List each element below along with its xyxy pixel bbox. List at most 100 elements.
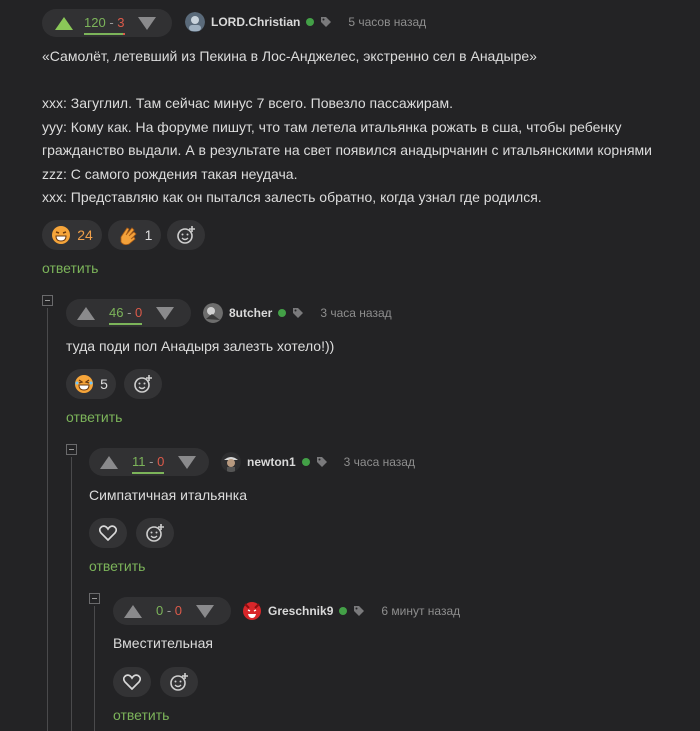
downvote-button[interactable]	[194, 597, 216, 625]
tag-icon[interactable]	[316, 456, 328, 468]
reaction-clap[interactable]: 1	[108, 220, 161, 250]
comment-author: Greschnik9 6 минут назад	[242, 601, 460, 621]
arrow-down-icon	[178, 455, 197, 469]
comment-body: Вместительная	[113, 632, 213, 656]
avatar[interactable]	[221, 452, 241, 472]
upvote-button[interactable]	[75, 299, 97, 327]
vote-widget: 46 - 0	[66, 299, 191, 327]
avatar[interactable]	[203, 303, 223, 323]
add-reaction-button[interactable]	[160, 667, 198, 697]
author-name[interactable]: 8utcher	[229, 306, 272, 320]
comment-line: гражданство выдали. А в результате на св…	[42, 142, 652, 158]
upvote-button[interactable]	[122, 597, 144, 625]
thread-line[interactable]	[47, 308, 48, 731]
avatar[interactable]	[185, 12, 205, 32]
arrow-down-icon	[137, 16, 156, 30]
laugh-emoji-icon	[75, 375, 94, 393]
plus-count: 46	[109, 305, 124, 320]
comment-time[interactable]: 3 часа назад	[320, 306, 391, 320]
comment-body: Симпатичная итальянка	[89, 484, 247, 508]
score-separator: -	[145, 454, 158, 469]
score-separator: -	[105, 15, 118, 30]
rating-bar	[84, 33, 125, 35]
upvote-button[interactable]	[98, 448, 120, 476]
online-status-dot	[339, 607, 348, 615]
rating-bar	[109, 323, 143, 325]
comment-line: xxx: Загуглил. Там сейчас минус 7 всего.…	[42, 95, 453, 111]
plus-count: 120	[84, 15, 106, 30]
arrow-down-icon	[196, 604, 215, 618]
arrow-up-icon	[100, 455, 118, 469]
comment-line	[42, 69, 682, 93]
add-reaction-icon	[170, 673, 188, 691]
online-status-dot	[306, 18, 315, 26]
add-reaction-icon	[134, 375, 152, 393]
like-button[interactable]	[113, 667, 151, 697]
comment-body: «Самолёт, летевший из Пекина в Лос-Андже…	[42, 45, 682, 210]
avatar[interactable]	[242, 601, 262, 621]
tag-icon[interactable]	[320, 16, 332, 28]
downvote-button[interactable]	[176, 448, 198, 476]
downvote-button[interactable]	[136, 9, 158, 37]
comment-time[interactable]: 6 минут назад	[381, 604, 460, 618]
comment-line: yyy: Кому как. На форуме пишут, что там …	[42, 118, 622, 135]
rating-score: 11 - 0	[132, 454, 165, 474]
rating-score: 0 - 0	[156, 603, 182, 619]
grin-emoji-icon	[52, 226, 71, 244]
comment-author: newton1 3 часа назад	[221, 452, 415, 472]
upvote-button[interactable]	[53, 9, 75, 37]
author-name[interactable]: newton1	[247, 455, 296, 469]
add-reaction-button[interactable]	[124, 369, 162, 399]
minus-count: 3	[117, 15, 125, 30]
reply-link[interactable]: ответить	[66, 409, 122, 425]
comment-line: Вместительная	[113, 635, 213, 651]
add-reaction-icon	[177, 226, 195, 244]
reaction-grin[interactable]: 24	[42, 220, 102, 250]
reply-link[interactable]: ответить	[89, 558, 145, 574]
add-reaction-icon	[146, 524, 164, 542]
downvote-button[interactable]	[154, 299, 176, 327]
reply-link[interactable]: ответить	[42, 260, 98, 276]
comment-body: туда поди пол Анадыря залезть хотело!))	[66, 335, 334, 359]
thread-line[interactable]	[71, 457, 72, 731]
vote-widget: 11 - 0	[89, 448, 209, 476]
reaction-count: 1	[144, 227, 153, 243]
comment-line: xxx: Представляю как он пытался залесть …	[42, 189, 542, 205]
author-name[interactable]: LORD.Christian	[211, 15, 300, 29]
add-reaction-button[interactable]	[167, 220, 205, 250]
comment-line: zzz: С самого рождения такая неудача.	[42, 165, 298, 182]
reply-link[interactable]: ответить	[113, 707, 169, 723]
arrow-up-icon	[55, 16, 73, 30]
heart-icon	[99, 525, 117, 541]
collapse-thread-button[interactable]	[42, 295, 53, 306]
like-button[interactable]	[89, 518, 127, 548]
minus-count: 0	[135, 305, 143, 320]
comment-author: LORD.Christian 5 часов назад	[185, 12, 426, 32]
minus-count: 0	[157, 454, 165, 469]
rating-score: 46 - 0	[109, 305, 143, 325]
online-status-dot	[278, 309, 287, 317]
arrow-up-icon	[124, 604, 142, 618]
comment-time[interactable]: 5 часов назад	[348, 15, 426, 29]
heart-icon	[123, 674, 141, 690]
online-status-dot	[301, 458, 310, 466]
author-name[interactable]: Greschnik9	[268, 604, 333, 618]
minus-count: 0	[174, 603, 183, 618]
rating-score: 120 - 3	[84, 15, 125, 35]
comment-line: «Самолёт, летевший из Пекина в Лос-Андже…	[42, 48, 537, 64]
comment-line: Симпатичная итальянка	[89, 487, 247, 503]
vote-widget: 120 - 3	[42, 9, 172, 37]
reaction-laugh[interactable]: 5	[66, 369, 116, 399]
plus-count: 11	[132, 454, 146, 469]
reaction-count: 5	[100, 376, 108, 392]
thread-line[interactable]	[94, 606, 95, 731]
collapse-thread-button[interactable]	[66, 444, 77, 455]
comment-author: 8utcher 3 часа назад	[203, 303, 392, 323]
clap-emoji-icon	[120, 227, 137, 245]
tag-icon[interactable]	[353, 605, 365, 617]
collapse-thread-button[interactable]	[89, 593, 100, 604]
score-separator: -	[123, 305, 136, 320]
add-reaction-button[interactable]	[136, 518, 174, 548]
tag-icon[interactable]	[292, 307, 304, 319]
comment-time[interactable]: 3 часа назад	[344, 455, 415, 469]
